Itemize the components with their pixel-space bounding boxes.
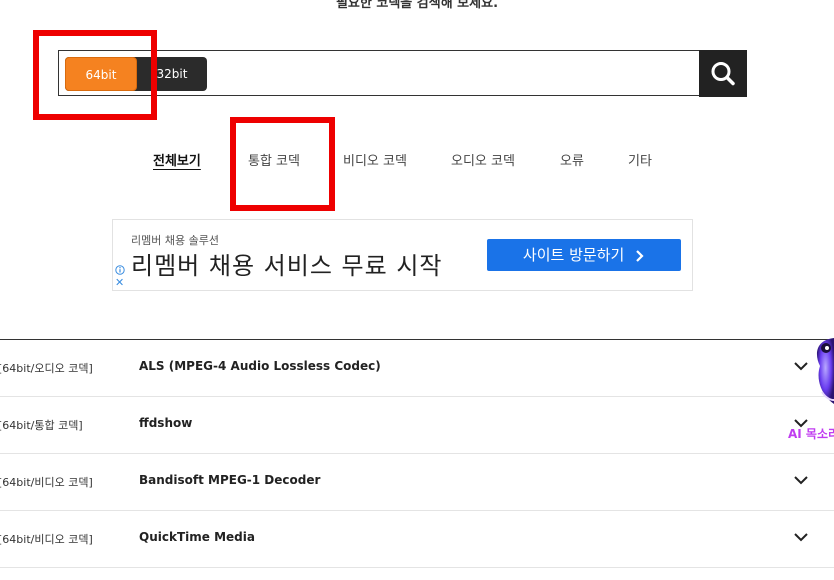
highlight-box-64bit: [33, 30, 157, 120]
tab-combined-codec[interactable]: 통합 코덱: [248, 150, 300, 169]
codec-category: [64bit/비디오 코덱]: [0, 476, 93, 489]
codec-row[interactable]: [64bit/통합 코덱] ffdshow: [0, 397, 834, 454]
ad-visit-label: 사이트 방문하기: [522, 246, 625, 264]
ai-voice-mascot[interactable]: AI 목소리: [786, 334, 834, 446]
tab-etc[interactable]: 기타: [628, 150, 652, 169]
mascot-label: AI 목소리: [788, 426, 834, 441]
tab-audio-codec[interactable]: 오디오 코덱: [451, 150, 515, 169]
tab-video-codec[interactable]: 비디오 코덱: [343, 150, 407, 169]
search-icon: [711, 62, 735, 86]
search-bar: 64bit 32bit: [58, 50, 747, 96]
ad-info-icon[interactable]: [115, 265, 125, 275]
chevron-down-icon[interactable]: [794, 532, 808, 542]
tab-all[interactable]: 전체보기: [153, 150, 201, 169]
ad-headline: 리멤버 채용 서비스 무료 시작: [131, 252, 443, 280]
codec-name[interactable]: QuickTime Media: [139, 530, 255, 544]
codec-name[interactable]: Bandisoft MPEG-1 Decoder: [139, 473, 320, 487]
ad-banner[interactable]: 리멤버 채용 솔루션 리멤버 채용 서비스 무료 시작 사이트 방문하기 ✕: [112, 219, 693, 291]
codec-row[interactable]: [64bit/비디오 코덱] QuickTime Media: [0, 511, 834, 568]
ad-visit-button[interactable]: 사이트 방문하기: [487, 239, 681, 271]
mascot-character-icon: AI 목소리: [788, 338, 834, 441]
codec-category: [64bit/오디오 코덱]: [0, 362, 93, 375]
chevron-down-icon[interactable]: [794, 475, 808, 485]
tab-error[interactable]: 오류: [560, 150, 584, 169]
chevron-right-icon: [636, 249, 644, 262]
codec-name[interactable]: ffdshow: [139, 416, 192, 430]
codec-row[interactable]: [64bit/오디오 코덱] ALS (MPEG-4 Audio Lossles…: [0, 340, 834, 397]
codec-category: [64bit/통합 코덱]: [0, 419, 83, 432]
codec-row[interactable]: [64bit/비디오 코덱] Bandisoft MPEG-1 Decoder: [0, 454, 834, 511]
page-subtitle: 필요한 코덱을 검색해 보세요.: [335, 0, 499, 11]
search-button[interactable]: [699, 50, 747, 97]
ad-close-icon[interactable]: ✕: [115, 277, 124, 288]
codec-category: [64bit/비디오 코덱]: [0, 533, 93, 546]
codec-name[interactable]: ALS (MPEG-4 Audio Lossless Codec): [139, 359, 381, 373]
category-tabs: 전체보기 통합 코덱 비디오 코덱 오디오 코덱 오류 기타: [0, 150, 834, 170]
codec-list: [64bit/오디오 코덱] ALS (MPEG-4 Audio Lossles…: [0, 339, 834, 568]
